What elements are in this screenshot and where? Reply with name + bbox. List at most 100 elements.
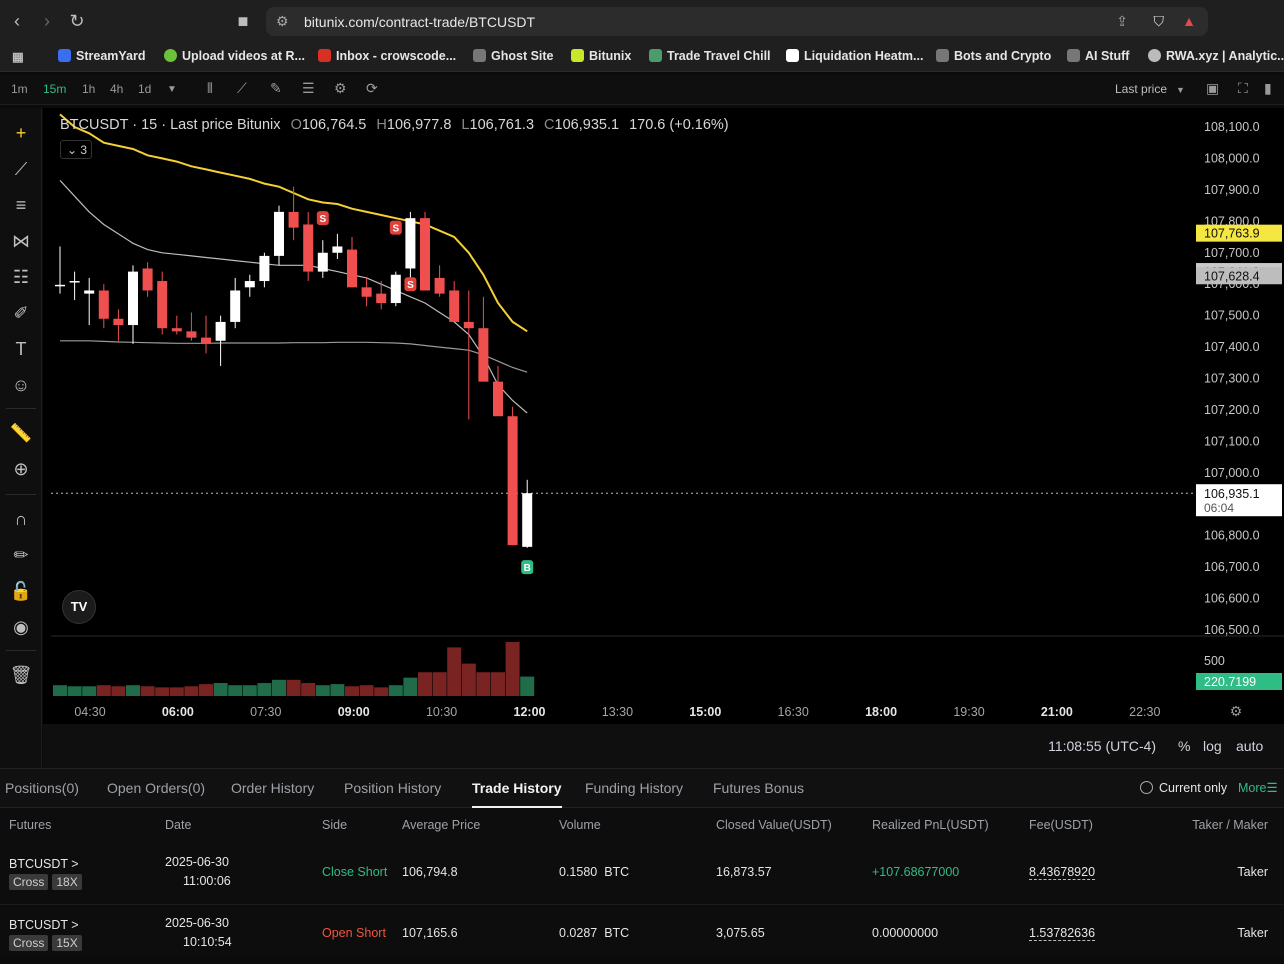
forward-icon[interactable]: › bbox=[36, 10, 58, 32]
x-tick-label: 04:30 bbox=[74, 705, 105, 719]
candle-body bbox=[420, 218, 430, 291]
bookmark-4[interactable]: Bitunix bbox=[571, 49, 631, 63]
text-tool-icon[interactable]: T bbox=[8, 336, 34, 362]
bookmark-2[interactable]: Inbox - crowscode... bbox=[318, 49, 456, 63]
bookmark-6[interactable]: Liquidation Heatm... bbox=[786, 49, 923, 63]
tab-futures-bonus[interactable]: Futures Bonus bbox=[713, 780, 804, 796]
marker-label: S bbox=[407, 280, 414, 291]
margin-mode-badge: Cross bbox=[9, 874, 49, 890]
timeframe-1d[interactable]: 1d bbox=[138, 82, 151, 96]
lock-icon[interactable]: 🔓 bbox=[8, 578, 34, 604]
symbol-link[interactable]: BTCUSDT > bbox=[9, 918, 79, 932]
trash-icon[interactable]: 🗑 bbox=[8, 662, 34, 688]
timeframe-dropdown-icon[interactable]: ▼ bbox=[167, 84, 177, 95]
auto-toggle[interactable]: auto bbox=[1236, 738, 1263, 754]
bookmark-5[interactable]: Trade Travel Chill bbox=[649, 49, 771, 63]
margin-badges: Cross 15X bbox=[9, 935, 86, 951]
symbol-link[interactable]: BTCUSDT > bbox=[9, 857, 79, 871]
fee[interactable]: 8.43678920 bbox=[1029, 865, 1096, 880]
log-toggle[interactable]: log bbox=[1203, 738, 1222, 754]
lock-drawing-icon[interactable]: ✏ bbox=[8, 542, 34, 568]
fee[interactable]: 1.53782636 bbox=[1029, 926, 1096, 941]
site-settings-icon[interactable]: ⚙ bbox=[276, 13, 289, 30]
more-label: More bbox=[1238, 781, 1267, 795]
table-row[interactable]: BTCUSDT > Cross 18X 2025-06-30 11:00:06 C… bbox=[0, 844, 1284, 904]
crosshair-icon[interactable]: + bbox=[8, 120, 34, 146]
horizontal-lines-icon[interactable]: ≡ bbox=[8, 192, 34, 218]
radio-icon[interactable] bbox=[1140, 781, 1153, 794]
trend-line-icon[interactable]: ⟋ bbox=[8, 156, 34, 182]
magnet-icon[interactable]: ∩ bbox=[8, 506, 34, 532]
bookmark-icon[interactable]: ■ bbox=[232, 10, 254, 32]
tab-positions[interactable]: Positions(0) bbox=[5, 780, 79, 796]
share-icon[interactable]: ⇪ bbox=[1116, 13, 1128, 30]
price-type-chevron-icon[interactable]: ▼ bbox=[1176, 85, 1185, 95]
current-only-toggle[interactable]: Current only bbox=[1140, 781, 1227, 795]
camera-icon[interactable]: ▮ bbox=[1264, 80, 1272, 97]
timeframe-1m[interactable]: 1m bbox=[11, 82, 28, 96]
candle-body bbox=[128, 271, 138, 326]
address-bar[interactable]: ⚙ bitunix.com/contract-trade/BTCUSDT ⇪ ⛉… bbox=[266, 7, 1208, 36]
pattern-icon[interactable]: ⋈ bbox=[8, 228, 34, 254]
bookmark-9[interactable]: RWA.xyz | Analytic... bbox=[1148, 49, 1284, 63]
tab-position-history[interactable]: Position History bbox=[344, 780, 441, 796]
bookmark-7[interactable]: Bots and Crypto bbox=[936, 49, 1051, 63]
x-tick-label: 18:00 bbox=[865, 705, 897, 719]
timezone-clock[interactable]: 11:08:55 (UTC-4) bbox=[1048, 738, 1156, 754]
tab-funding-history[interactable]: Funding History bbox=[585, 780, 683, 796]
table-row[interactable]: BTCUSDT > Cross 15X 2025-06-30 10:10:54 O… bbox=[0, 904, 1284, 964]
trade-time: 11:00:06 bbox=[183, 874, 231, 888]
candle-body bbox=[317, 252, 328, 272]
open-label: O bbox=[290, 117, 302, 133]
brave-rewards-icon[interactable]: ▲ bbox=[1182, 13, 1196, 29]
ruler-icon[interactable]: 📏 bbox=[8, 420, 34, 446]
list-icon[interactable]: ☰ bbox=[302, 80, 315, 97]
url-text[interactable]: bitunix.com/contract-trade/BTCUSDT bbox=[304, 14, 535, 30]
bookmark-favicon bbox=[1148, 49, 1161, 62]
bookmark-3[interactable]: Ghost Site bbox=[473, 49, 554, 63]
timeframe-1h[interactable]: 1h bbox=[82, 82, 95, 96]
tab-open-orders[interactable]: Open Orders(0) bbox=[107, 780, 205, 796]
eye-icon[interactable]: ◉ bbox=[8, 614, 34, 640]
y-tick-label: 106,700.0 bbox=[1204, 560, 1260, 574]
indicators-collapse-button[interactable]: ⌄ 3 bbox=[60, 140, 92, 159]
price-chart[interactable]: 108,100.0108,000.0107,900.0107,800.0107,… bbox=[43, 108, 1284, 724]
more-link[interactable]: More☰ bbox=[1238, 780, 1278, 795]
timeframe-15m[interactable]: 15m bbox=[43, 82, 66, 96]
brush-icon[interactable]: ✐ bbox=[8, 300, 34, 326]
edit-icon[interactable]: ✎ bbox=[270, 80, 282, 97]
volume-bar bbox=[169, 687, 184, 696]
bookmark-1[interactable]: Upload videos at R... bbox=[164, 49, 305, 63]
tradingview-logo[interactable]: TV bbox=[62, 590, 96, 624]
tab-order-history[interactable]: Order History bbox=[231, 780, 314, 796]
reload-icon[interactable]: ↻ bbox=[66, 10, 88, 32]
axis-settings-icon[interactable]: ⚙ bbox=[1230, 703, 1243, 719]
change-value: 170.6 (+0.16%) bbox=[629, 117, 729, 133]
sync-icon[interactable]: ⟳ bbox=[366, 80, 378, 97]
volume-bar bbox=[315, 685, 330, 696]
emoji-icon[interactable]: ☺ bbox=[8, 372, 34, 398]
fib-icon[interactable]: ☷ bbox=[8, 264, 34, 290]
chart-area[interactable]: 108,100.0 108,000.0 107,900.0 107,800.0 107,… bbox=[43, 108, 1284, 768]
indicators-icon[interactable]: ⟋ bbox=[237, 80, 247, 97]
timeframe-4h[interactable]: 4h bbox=[110, 82, 123, 96]
brave-shield-icon[interactable]: ⛉ bbox=[1154, 13, 1165, 30]
x-tick-label: 19:30 bbox=[953, 705, 984, 719]
price-type-select[interactable]: Last price bbox=[1115, 82, 1167, 96]
x-tick-label: 12:00 bbox=[514, 705, 546, 719]
candle-type-icon[interactable]: ⫴ bbox=[207, 80, 213, 97]
volume-bar bbox=[301, 683, 316, 696]
apps-grid-icon[interactable]: ▦ bbox=[12, 49, 24, 64]
percent-toggle[interactable]: % bbox=[1178, 738, 1190, 754]
zoom-in-icon[interactable]: ⊕ bbox=[8, 456, 34, 482]
layout-icon[interactable]: ▣ bbox=[1206, 80, 1219, 97]
tab-trade-history[interactable]: Trade History bbox=[472, 780, 561, 796]
back-icon[interactable]: ‹ bbox=[6, 10, 28, 32]
volume-bar bbox=[155, 687, 170, 696]
candle-body bbox=[98, 290, 109, 319]
bookmark-0[interactable]: StreamYard bbox=[58, 49, 145, 63]
bookmark-8[interactable]: AI Stuff bbox=[1067, 49, 1129, 63]
settings-icon[interactable]: ⚙ bbox=[334, 80, 347, 97]
candle-body bbox=[478, 328, 489, 382]
fullscreen-icon[interactable]: ⛶ bbox=[1238, 80, 1248, 97]
